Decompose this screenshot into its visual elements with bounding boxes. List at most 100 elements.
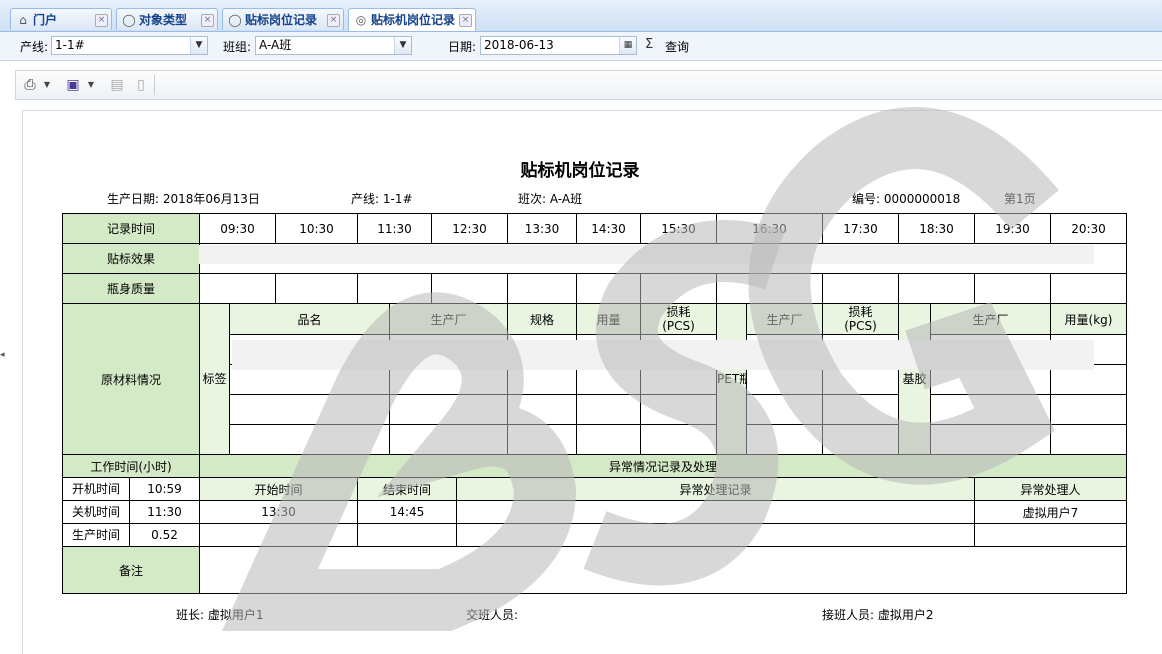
material-header: 原材料情况 bbox=[62, 303, 200, 455]
redacted-material-row bbox=[232, 340, 1094, 370]
quality-cell bbox=[898, 273, 975, 304]
report-table: 记录时间 09:30 10:30 11:30 12:30 13:30 14:30… bbox=[62, 213, 1127, 594]
time-cell: 20:30 bbox=[1050, 213, 1127, 244]
team-label: 班组: bbox=[223, 40, 252, 54]
quality-cell bbox=[357, 273, 432, 304]
time-cell: 09:30 bbox=[199, 213, 276, 244]
meta-shift: 班次: A-A班 bbox=[518, 192, 583, 206]
time-cell: 12:30 bbox=[431, 213, 508, 244]
team-select[interactable]: A-A班 ▼ bbox=[255, 36, 412, 55]
chat-bubbles-icon: ◎ bbox=[355, 13, 367, 27]
abnormal-end-cell: 14:45 bbox=[357, 500, 457, 524]
abnormal-record-cell bbox=[456, 500, 975, 524]
product-name-header: 品名 bbox=[229, 303, 390, 335]
meta-line: 产线: 1-1# bbox=[351, 192, 413, 206]
report-title: 贴标机岗位记录 bbox=[520, 161, 640, 181]
maker-header: 生产厂 bbox=[746, 303, 823, 335]
time-cell: 15:30 bbox=[640, 213, 717, 244]
filter-bar: 产线: 1-1# ▼ 班组: A-A班 ▼ 日期: 2018-06-13 ▦ Σ… bbox=[0, 32, 1162, 61]
save-icon[interactable]: ▣ bbox=[64, 76, 82, 94]
clipboard-icon[interactable]: ▯ bbox=[132, 76, 150, 94]
date-label: 日期: bbox=[448, 40, 477, 54]
time-cell: 13:30 bbox=[507, 213, 577, 244]
meta-prod-date: 生产日期: 2018年06月13日 bbox=[107, 192, 260, 206]
label-group-header: 标签 bbox=[199, 303, 230, 455]
chevron-down-icon[interactable]: ▼ bbox=[42, 76, 52, 94]
spec-header: 规格 bbox=[507, 303, 577, 335]
work-time-header: 工作时间(小时) bbox=[62, 454, 200, 478]
collapse-arrow-icon[interactable]: ◂ bbox=[0, 350, 5, 360]
amount-header: 用量 bbox=[576, 303, 641, 335]
quality-cell bbox=[1050, 273, 1127, 304]
quality-cell bbox=[822, 273, 899, 304]
chevron-down-icon[interactable]: ▼ bbox=[394, 37, 411, 54]
tab-bar: ⌂ 门户 × ◯ 对象类型 × ◯ 贴标岗位记录 × ◎ 贴标机岗位记录 × bbox=[0, 0, 1162, 32]
quality-cell bbox=[507, 273, 577, 304]
loss-header: 损耗 (PCS) bbox=[640, 303, 717, 335]
quality-cell bbox=[974, 273, 1051, 304]
time-cell: 10:30 bbox=[275, 213, 358, 244]
quality-cell bbox=[275, 273, 358, 304]
remark-header: 备注 bbox=[62, 546, 200, 594]
meta-number: 编号: 0000000018 bbox=[852, 192, 961, 206]
date-value: 2018-06-13 bbox=[484, 38, 554, 52]
col-handler-header: 异常处理人 bbox=[974, 477, 1127, 501]
quality-cell bbox=[199, 273, 276, 304]
tab-label: 贴标机岗位记录 bbox=[371, 13, 456, 27]
maker-header: 生产厂 bbox=[389, 303, 508, 335]
chevron-down-icon[interactable]: ▼ bbox=[190, 37, 207, 54]
quality-cell bbox=[576, 273, 641, 304]
chat-bubble-icon: ◯ bbox=[122, 13, 136, 27]
chat-bubble-icon: ◯ bbox=[228, 13, 242, 27]
time-cell: 17:30 bbox=[822, 213, 899, 244]
quality-cell bbox=[431, 273, 508, 304]
bottle-quality-header: 瓶身质量 bbox=[62, 273, 200, 304]
pet-group-header: PET瓶 bbox=[716, 303, 747, 455]
remark-cell bbox=[199, 546, 1127, 594]
tab-object-type[interactable]: ◯ 对象类型 × bbox=[116, 8, 218, 30]
time-cell: 16:30 bbox=[716, 213, 823, 244]
toolbar-divider bbox=[154, 75, 155, 95]
abnormal-start-cell: 13:30 bbox=[199, 500, 358, 524]
start-time-cell: 开机时间 10:59 bbox=[62, 477, 200, 501]
chevron-down-icon[interactable]: ▼ bbox=[86, 76, 96, 94]
amount-kg-header: 用量(kg) bbox=[1050, 303, 1127, 335]
line-select[interactable]: 1-1# ▼ bbox=[51, 36, 208, 55]
query-button[interactable]: 查询 bbox=[665, 38, 689, 55]
tab-portal[interactable]: ⌂ 门户 × bbox=[10, 8, 112, 30]
quality-cell bbox=[640, 273, 717, 304]
sigma-icon[interactable]: Σ bbox=[645, 37, 653, 52]
close-icon[interactable]: × bbox=[201, 14, 214, 27]
date-input[interactable]: 2018-06-13 ▦ bbox=[480, 36, 637, 55]
footer-handover: 交班人员: bbox=[466, 608, 519, 622]
tab-label-record[interactable]: ◯ 贴标岗位记录 × bbox=[222, 8, 344, 30]
time-cell: 19:30 bbox=[974, 213, 1051, 244]
prod-time-cell: 生产时间 0.52 bbox=[62, 523, 200, 547]
label-effect-header: 贴标效果 bbox=[62, 243, 200, 274]
loss-header: 损耗 (PCS) bbox=[822, 303, 899, 335]
abnormal-title: 异常情况记录及处理 bbox=[199, 454, 1127, 478]
stop-time-cell: 关机时间 11:30 bbox=[62, 500, 200, 524]
close-icon[interactable]: × bbox=[459, 14, 472, 27]
page-icon[interactable]: ▤ bbox=[108, 76, 126, 94]
report-toolbar: ⎙ ▼ ▣ ▼ ▤ ▯ bbox=[15, 70, 1162, 100]
time-cell: 11:30 bbox=[357, 213, 432, 244]
meta-page: 第1页 bbox=[1004, 192, 1036, 206]
calendar-icon[interactable]: ▦ bbox=[619, 37, 636, 54]
time-cell: 14:30 bbox=[576, 213, 641, 244]
team-value: A-A班 bbox=[259, 38, 292, 52]
close-icon[interactable]: × bbox=[327, 14, 340, 27]
home-icon: ⌂ bbox=[19, 13, 27, 27]
footer-leader: 班长: 虚拟用户1 bbox=[176, 608, 264, 622]
redacted-label-effect bbox=[199, 245, 1094, 264]
col-record-header: 异常处理记录 bbox=[456, 477, 975, 501]
close-icon[interactable]: × bbox=[95, 14, 108, 27]
quality-cell bbox=[716, 273, 823, 304]
footer-receiver: 接班人员: 虚拟用户2 bbox=[822, 608, 934, 622]
line-label: 产线: bbox=[20, 40, 49, 54]
print-icon[interactable]: ⎙ bbox=[21, 76, 39, 94]
maker-header: 生产厂 bbox=[930, 303, 1051, 335]
tab-label: 对象类型 bbox=[139, 13, 188, 27]
abnormal-handler-cell: 虚拟用户7 bbox=[974, 500, 1127, 524]
tab-labeler-record[interactable]: ◎ 贴标机岗位记录 × bbox=[348, 8, 476, 31]
